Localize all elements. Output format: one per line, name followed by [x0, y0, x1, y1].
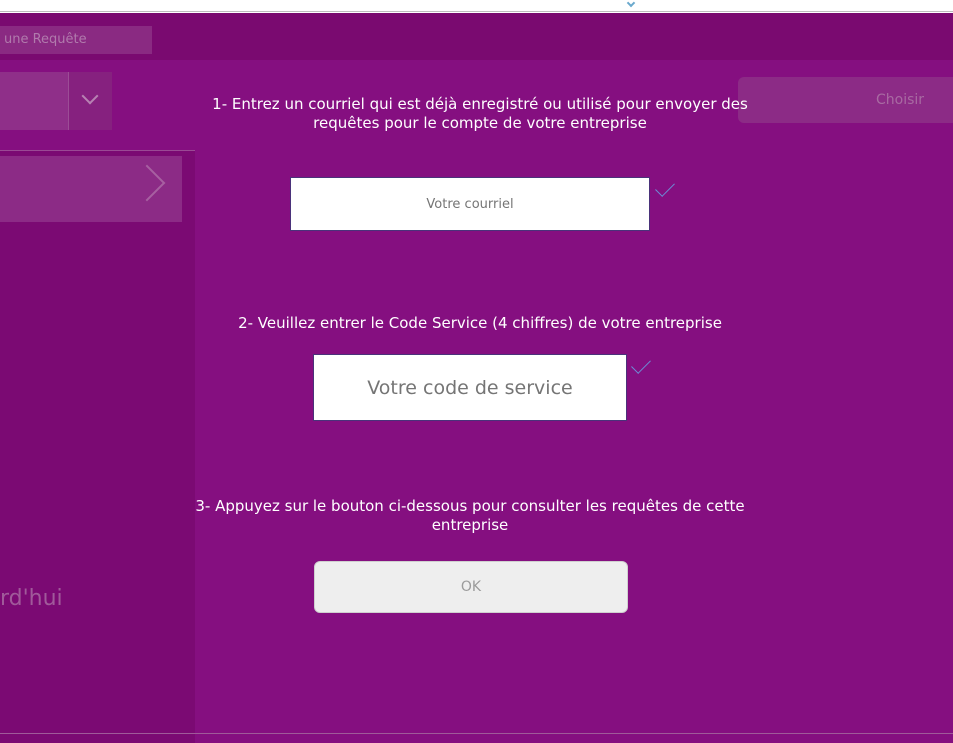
service-code-input[interactable] — [313, 354, 627, 421]
app-window: une Requête rd'hui Choisir 1- Entrez un … — [0, 0, 953, 743]
left-panel — [0, 150, 195, 743]
top-strip — [0, 0, 953, 12]
ok-button[interactable]: OK — [314, 561, 628, 613]
step-2-instruction: 2- Veuillez entrer le Code Service (4 ch… — [238, 314, 722, 332]
choose-button[interactable]: Choisir — [738, 77, 953, 123]
left-today-label: rd'hui — [0, 586, 63, 611]
step-3-instruction: 3- Appuyez sur le bouton ci-dessous pour… — [195, 497, 745, 534]
step-1-instruction: 1- Entrez un courriel qui est déjà enreg… — [212, 95, 748, 132]
chevron-down-icon[interactable] — [68, 72, 112, 130]
email-input[interactable] — [290, 177, 650, 231]
top-check-icon — [626, 0, 636, 8]
header-tab-new-request[interactable]: une Requête — [0, 26, 152, 54]
bottom-divider — [0, 733, 953, 734]
